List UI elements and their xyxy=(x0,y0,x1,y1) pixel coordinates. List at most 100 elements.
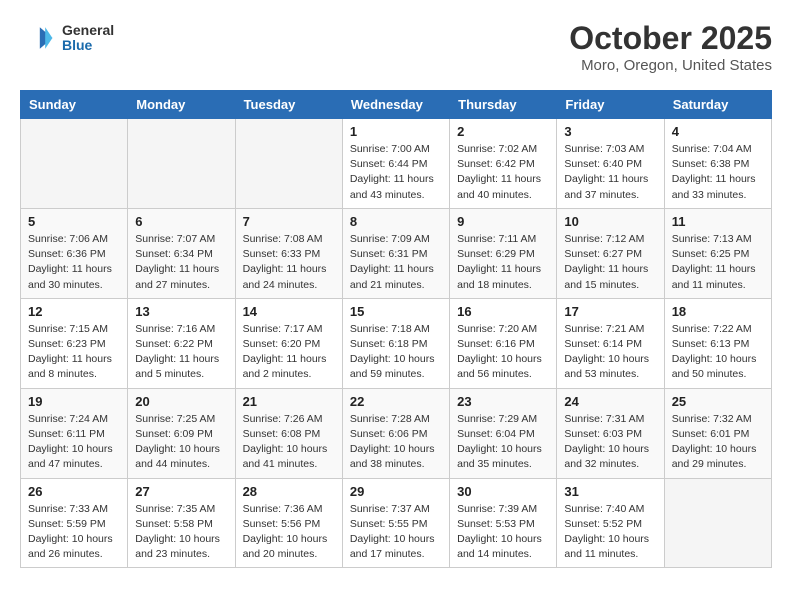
week-row-5: 26Sunrise: 7:33 AM Sunset: 5:59 PM Dayli… xyxy=(21,478,772,568)
day-cell-10: 10 Sunrise: 7:12 AM Sunset: 6:27 PM Dayli… xyxy=(557,208,664,298)
day-info: Sunrise: 7:15 AM Sunset: 6:23 PM Dayligh… xyxy=(28,322,120,383)
day-cell-2: 2Sunrise: 7:02 AM Sunset: 6:42 PM Daylig… xyxy=(450,119,557,209)
logo: General Blue xyxy=(20,20,114,56)
day-number: 18 xyxy=(672,304,764,319)
day-number: 9 xyxy=(457,214,549,229)
day-cell-6: 6 Sunrise: 7:07 AM Sunset: 6:34 PM Daylig… xyxy=(128,208,235,298)
week-row-2: 5 Sunrise: 7:06 AM Sunset: 6:36 PM Daylig… xyxy=(21,208,772,298)
day-info: Sunrise: 7:29 AM Sunset: 6:04 PM Dayligh… xyxy=(457,412,549,473)
day-cell-16: 16Sunrise: 7:20 AM Sunset: 6:16 PM Dayli… xyxy=(450,298,557,388)
day-info: Sunrise: 7:39 AM Sunset: 5:53 PM Dayligh… xyxy=(457,502,549,563)
day-number: 29 xyxy=(350,484,442,499)
day-number: 7 xyxy=(243,214,335,229)
day-cell-18: 18 Sunrise: 7:22 AM Sunset: 6:13 PM Dayli… xyxy=(664,298,771,388)
day-cell-24: 24 Sunrise: 7:31 AM Sunset: 6:03 PM Dayli… xyxy=(557,388,664,478)
logo-icon xyxy=(20,20,56,56)
logo-text: General Blue xyxy=(62,23,114,54)
empty-cell xyxy=(664,478,771,568)
day-number: 22 xyxy=(350,394,442,409)
day-number: 5 xyxy=(28,214,120,229)
weekday-header-tuesday: Tuesday xyxy=(235,91,342,119)
day-cell-19: 19Sunrise: 7:24 AM Sunset: 6:11 PM Dayli… xyxy=(21,388,128,478)
empty-cell xyxy=(235,119,342,209)
day-info: Sunrise: 7:25 AM Sunset: 6:09 PM Dayligh… xyxy=(135,412,227,473)
day-info: Sunrise: 7:13 AM Sunset: 6:25 PM Dayligh… xyxy=(672,232,764,293)
day-cell-22: 22 Sunrise: 7:28 AM Sunset: 6:06 PM Dayli… xyxy=(342,388,449,478)
day-cell-26: 26Sunrise: 7:33 AM Sunset: 5:59 PM Dayli… xyxy=(21,478,128,568)
day-cell-27: 27 Sunrise: 7:35 AM Sunset: 5:58 PM Dayli… xyxy=(128,478,235,568)
day-number: 24 xyxy=(564,394,656,409)
week-row-4: 19Sunrise: 7:24 AM Sunset: 6:11 PM Dayli… xyxy=(21,388,772,478)
day-info: Sunrise: 7:21 AM Sunset: 6:14 PM Dayligh… xyxy=(564,322,656,383)
month-title: October 2025 xyxy=(569,20,772,57)
day-cell-11: 11 Sunrise: 7:13 AM Sunset: 6:25 PM Dayli… xyxy=(664,208,771,298)
weekday-header-row: SundayMondayTuesdayWednesdayThursdayFrid… xyxy=(21,91,772,119)
logo-blue-text: Blue xyxy=(62,38,114,53)
empty-cell xyxy=(21,119,128,209)
day-cell-3: 3Sunrise: 7:03 AM Sunset: 6:40 PM Daylig… xyxy=(557,119,664,209)
weekday-header-wednesday: Wednesday xyxy=(342,91,449,119)
day-number: 6 xyxy=(135,214,227,229)
weekday-header-friday: Friday xyxy=(557,91,664,119)
page-header: General Blue October 2025 Moro, Oregon, … xyxy=(20,20,772,74)
day-cell-4: 4 Sunrise: 7:04 AM Sunset: 6:38 PM Daylig… xyxy=(664,119,771,209)
day-number: 2 xyxy=(457,124,549,139)
day-number: 3 xyxy=(564,124,656,139)
day-cell-17: 17 Sunrise: 7:21 AM Sunset: 6:14 PM Dayli… xyxy=(557,298,664,388)
day-cell-21: 21 Sunrise: 7:26 AM Sunset: 6:08 PM Dayli… xyxy=(235,388,342,478)
day-info: Sunrise: 7:28 AM Sunset: 6:06 PM Dayligh… xyxy=(350,412,442,473)
day-cell-1: 1Sunrise: 7:00 AM Sunset: 6:44 PM Daylig… xyxy=(342,119,449,209)
week-row-1: 1Sunrise: 7:00 AM Sunset: 6:44 PM Daylig… xyxy=(21,119,772,209)
empty-cell xyxy=(128,119,235,209)
day-info: Sunrise: 7:06 AM Sunset: 6:36 PM Dayligh… xyxy=(28,232,120,293)
day-info: Sunrise: 7:26 AM Sunset: 6:08 PM Dayligh… xyxy=(243,412,335,473)
day-cell-5: 5 Sunrise: 7:06 AM Sunset: 6:36 PM Daylig… xyxy=(21,208,128,298)
day-info: Sunrise: 7:00 AM Sunset: 6:44 PM Dayligh… xyxy=(350,142,442,203)
day-cell-7: 7Sunrise: 7:08 AM Sunset: 6:33 PM Daylig… xyxy=(235,208,342,298)
day-info: Sunrise: 7:12 AM Sunset: 6:27 PM Dayligh… xyxy=(564,232,656,293)
day-info: Sunrise: 7:04 AM Sunset: 6:38 PM Dayligh… xyxy=(672,142,764,203)
day-info: Sunrise: 7:22 AM Sunset: 6:13 PM Dayligh… xyxy=(672,322,764,383)
day-cell-30: 30Sunrise: 7:39 AM Sunset: 5:53 PM Dayli… xyxy=(450,478,557,568)
day-info: Sunrise: 7:07 AM Sunset: 6:34 PM Dayligh… xyxy=(135,232,227,293)
day-info: Sunrise: 7:36 AM Sunset: 5:56 PM Dayligh… xyxy=(243,502,335,563)
weekday-header-monday: Monday xyxy=(128,91,235,119)
day-info: Sunrise: 7:17 AM Sunset: 6:20 PM Dayligh… xyxy=(243,322,335,383)
day-number: 28 xyxy=(243,484,335,499)
day-info: Sunrise: 7:16 AM Sunset: 6:22 PM Dayligh… xyxy=(135,322,227,383)
day-cell-23: 23 Sunrise: 7:29 AM Sunset: 6:04 PM Dayli… xyxy=(450,388,557,478)
day-info: Sunrise: 7:37 AM Sunset: 5:55 PM Dayligh… xyxy=(350,502,442,563)
day-cell-9: 9 Sunrise: 7:11 AM Sunset: 6:29 PM Daylig… xyxy=(450,208,557,298)
day-info: Sunrise: 7:35 AM Sunset: 5:58 PM Dayligh… xyxy=(135,502,227,563)
day-cell-29: 29 Sunrise: 7:37 AM Sunset: 5:55 PM Dayli… xyxy=(342,478,449,568)
day-info: Sunrise: 7:18 AM Sunset: 6:18 PM Dayligh… xyxy=(350,322,442,383)
day-cell-12: 12 Sunrise: 7:15 AM Sunset: 6:23 PM Dayli… xyxy=(21,298,128,388)
day-number: 15 xyxy=(350,304,442,319)
day-cell-13: 13Sunrise: 7:16 AM Sunset: 6:22 PM Dayli… xyxy=(128,298,235,388)
title-block: October 2025 Moro, Oregon, United States xyxy=(569,20,772,74)
day-number: 26 xyxy=(28,484,120,499)
day-cell-28: 28 Sunrise: 7:36 AM Sunset: 5:56 PM Dayli… xyxy=(235,478,342,568)
day-number: 8 xyxy=(350,214,442,229)
day-info: Sunrise: 7:11 AM Sunset: 6:29 PM Dayligh… xyxy=(457,232,549,293)
day-info: Sunrise: 7:40 AM Sunset: 5:52 PM Dayligh… xyxy=(564,502,656,563)
weekday-header-saturday: Saturday xyxy=(664,91,771,119)
day-info: Sunrise: 7:32 AM Sunset: 6:01 PM Dayligh… xyxy=(672,412,764,473)
day-number: 12 xyxy=(28,304,120,319)
week-row-3: 12 Sunrise: 7:15 AM Sunset: 6:23 PM Dayli… xyxy=(21,298,772,388)
day-number: 11 xyxy=(672,214,764,229)
day-number: 19 xyxy=(28,394,120,409)
day-number: 17 xyxy=(564,304,656,319)
day-number: 21 xyxy=(243,394,335,409)
day-info: Sunrise: 7:09 AM Sunset: 6:31 PM Dayligh… xyxy=(350,232,442,293)
day-number: 23 xyxy=(457,394,549,409)
day-cell-8: 8 Sunrise: 7:09 AM Sunset: 6:31 PM Daylig… xyxy=(342,208,449,298)
day-number: 27 xyxy=(135,484,227,499)
day-number: 10 xyxy=(564,214,656,229)
day-info: Sunrise: 7:20 AM Sunset: 6:16 PM Dayligh… xyxy=(457,322,549,383)
weekday-header-thursday: Thursday xyxy=(450,91,557,119)
day-number: 4 xyxy=(672,124,764,139)
day-number: 31 xyxy=(564,484,656,499)
day-number: 25 xyxy=(672,394,764,409)
day-info: Sunrise: 7:31 AM Sunset: 6:03 PM Dayligh… xyxy=(564,412,656,473)
